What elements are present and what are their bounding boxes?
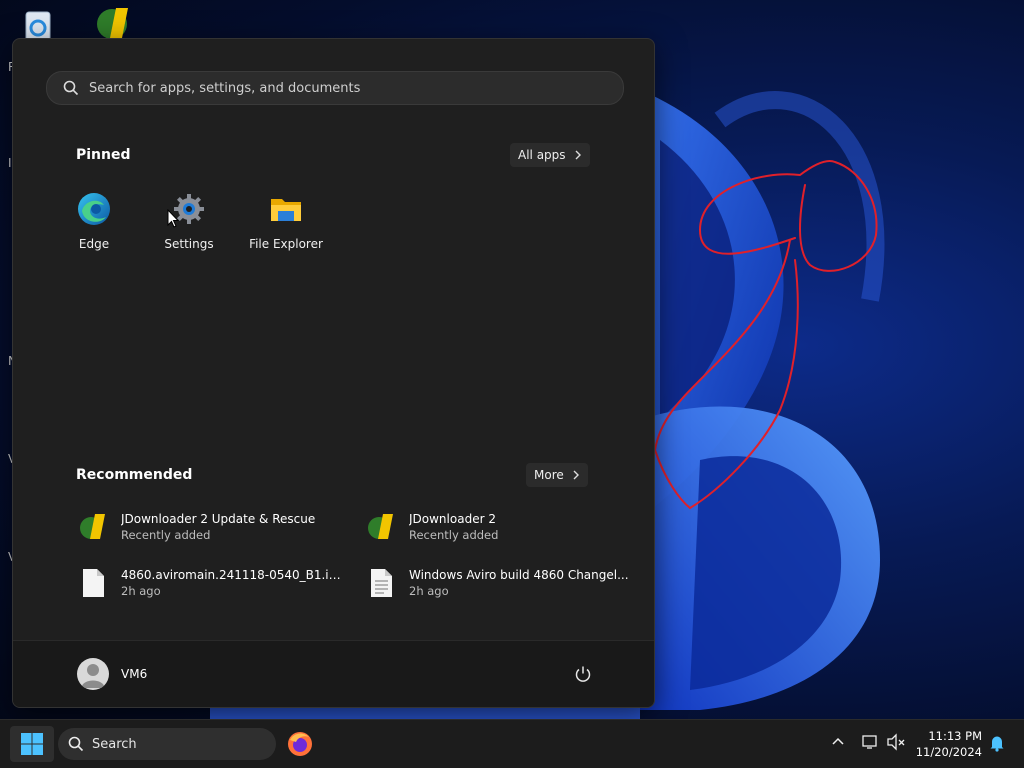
mouse-cursor-icon — [167, 209, 179, 228]
volume-muted-icon[interactable] — [886, 733, 906, 751]
firefox-icon[interactable] — [287, 731, 313, 757]
more-label: More — [534, 468, 564, 482]
recommended-item-name: JDownloader 2 — [409, 512, 496, 526]
pinned-app-settings[interactable]: Settings — [144, 191, 234, 251]
edge-icon — [78, 193, 110, 225]
chevron-right-icon — [573, 470, 579, 480]
jdownloader-icon — [368, 514, 393, 539]
search-icon — [63, 80, 79, 96]
clock-date: 11/20/2024 — [915, 745, 982, 759]
notification-bell-icon[interactable] — [989, 734, 1005, 752]
start-menu: Search for apps, settings, and documents… — [12, 38, 655, 708]
recommended-item-time: 2h ago — [121, 584, 161, 598]
taskbar-search[interactable]: Search — [58, 728, 276, 760]
user-icon — [81, 664, 105, 688]
network-icon[interactable] — [861, 733, 879, 751]
recommended-heading: Recommended — [76, 467, 193, 483]
start-search-input[interactable]: Search for apps, settings, and documents — [46, 71, 624, 105]
desktop-label-fragment: I — [8, 156, 12, 170]
all-apps-button[interactable]: All apps — [510, 143, 590, 167]
pinned-heading: Pinned — [76, 147, 131, 163]
recommended-item-name: 4860.aviromain.241118-0540_B1.iso — [121, 568, 341, 582]
file-icon — [83, 569, 104, 597]
pinned-app-label: Edge — [78, 237, 110, 251]
recommended-item[interactable]: JDownloader 2 Update & Rescue Recently a… — [77, 511, 347, 543]
document-icon — [371, 569, 392, 597]
recommended-item-time: Recently added — [121, 528, 211, 542]
recommended-item-time: Recently added — [409, 528, 499, 542]
start-button[interactable] — [10, 726, 54, 762]
chevron-up-icon[interactable] — [831, 735, 845, 749]
search-icon — [68, 736, 84, 752]
power-icon[interactable] — [574, 665, 592, 683]
folder-icon — [271, 199, 301, 221]
recommended-item-time: 2h ago — [409, 584, 449, 598]
windows-logo-icon — [21, 733, 43, 755]
recommended-item[interactable]: JDownloader 2 Recently added — [365, 511, 635, 543]
recommended-item-name: Windows Aviro build 4860 Changel... — [409, 568, 629, 582]
taskbar: Search 11:13 PM 11/20/2024 — [0, 719, 1024, 768]
user-name[interactable]: VM6 — [121, 667, 147, 681]
start-menu-footer: VM6 — [13, 640, 654, 707]
avatar[interactable] — [77, 658, 109, 690]
taskbar-search-label: Search — [92, 736, 137, 752]
recommended-item[interactable]: 4860.aviromain.241118-0540_B1.iso 2h ago — [77, 567, 347, 599]
pinned-app-label: File Explorer — [249, 237, 323, 251]
more-button[interactable]: More — [526, 463, 588, 487]
jdownloader-icon — [80, 514, 105, 539]
chevron-right-icon — [575, 150, 581, 160]
search-placeholder: Search for apps, settings, and documents — [89, 80, 361, 96]
pinned-app-file-explorer[interactable]: File Explorer — [241, 191, 331, 251]
recommended-item-name: JDownloader 2 Update & Rescue — [121, 512, 316, 526]
all-apps-label: All apps — [518, 148, 566, 162]
pinned-app-edge[interactable]: Edge — [49, 191, 139, 251]
pinned-app-label: Settings — [164, 237, 214, 251]
clock-time: 11:13 PM — [928, 729, 982, 743]
system-clock[interactable]: 11:13 PM 11/20/2024 — [916, 728, 982, 760]
recommended-item[interactable]: Windows Aviro build 4860 Changel... 2h a… — [365, 567, 635, 599]
